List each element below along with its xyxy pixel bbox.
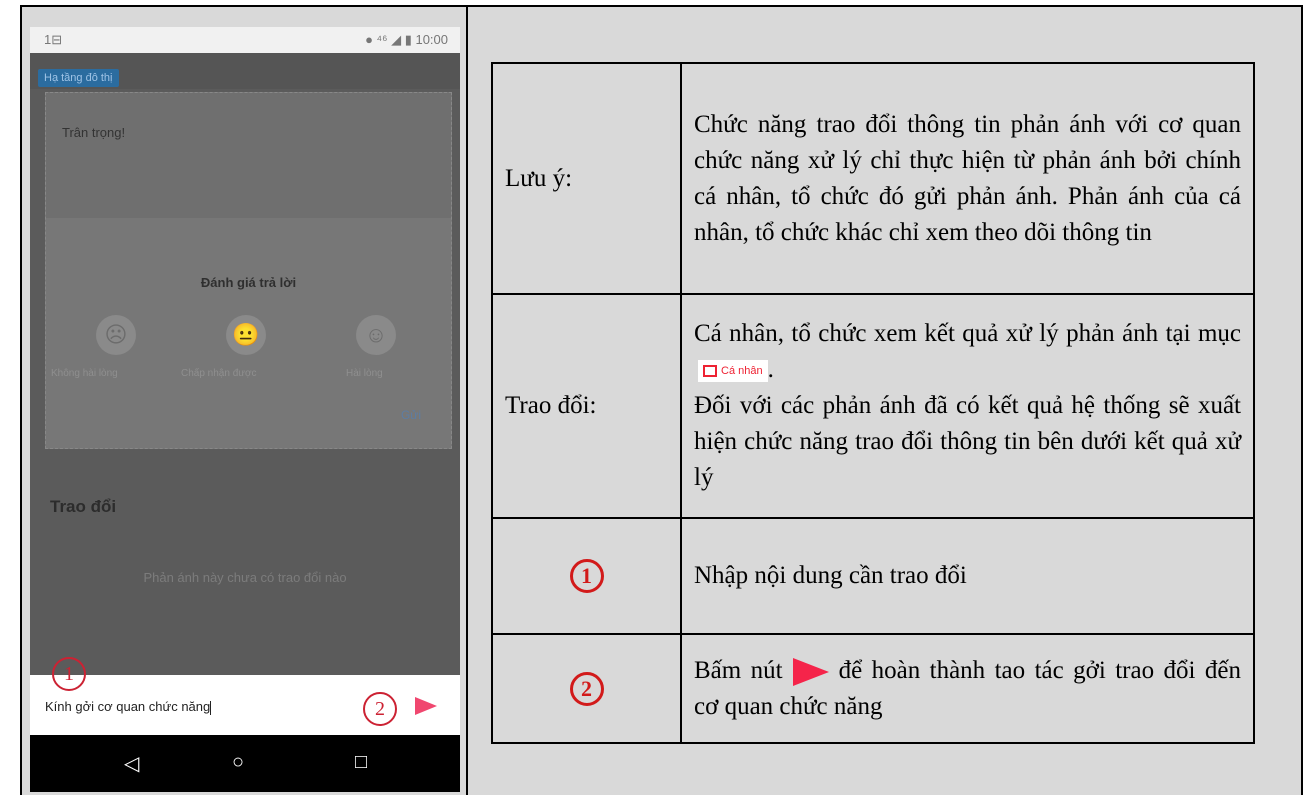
rating-label-neutral: Chấp nhận được bbox=[181, 368, 257, 379]
row-label: 1 bbox=[491, 517, 682, 635]
notification-icon: 1⊟ bbox=[44, 32, 63, 47]
response-card: Trân trọng! Đánh giá trả lời ☹ 😐 ☺ Không… bbox=[45, 92, 452, 449]
response-text-area bbox=[46, 93, 451, 218]
step-2-marker: 2 bbox=[569, 671, 604, 706]
rating-label-happy: Hài lòng bbox=[346, 368, 383, 379]
step-1-marker: 1 bbox=[569, 559, 604, 593]
column-divider bbox=[466, 5, 468, 795]
message-input[interactable]: Kính gởi cơ quan chức năng bbox=[45, 699, 212, 715]
recent-apps-icon[interactable]: □ bbox=[355, 751, 367, 774]
row-content: Bấm nút để hoàn thành tao tác gởi trao đổ… bbox=[680, 633, 1255, 744]
row-content: Chức năng trao đổi thông tin phản ánh vớ… bbox=[680, 62, 1255, 295]
row-label: Trao đổi: bbox=[491, 293, 682, 519]
exchange-empty-note: Phản ánh này chưa có trao đổi nào bbox=[143, 570, 347, 585]
personal-tab-badge: Cá nhân bbox=[698, 360, 768, 383]
table-row: Lưu ý: Chức năng trao đổi thông tin phản… bbox=[491, 62, 1255, 295]
send-arrow-icon[interactable] bbox=[415, 697, 437, 715]
status-bar: 1⊟ ● ⁴⁶ ◢ ▮ 10:00 bbox=[30, 27, 460, 53]
phone-screenshot: 1⊟ ● ⁴⁶ ◢ ▮ 10:00 Hạ tầng đô thị Trân tr… bbox=[30, 27, 460, 792]
rating-label-unhappy: Không hài lòng bbox=[51, 368, 118, 379]
status-indicators: ● ⁴⁶ ◢ ▮ 10:00 bbox=[365, 32, 448, 47]
exchange-section-title: Trao đổi bbox=[50, 497, 117, 516]
table-row: 2 Bấm nút để hoàn thành tao tác gởi trao … bbox=[491, 633, 1255, 744]
rating-title: Đánh giá trả lời bbox=[200, 275, 297, 290]
inbox-icon bbox=[703, 365, 717, 378]
row-content: Nhập nội dung cần trao đổi bbox=[680, 517, 1255, 635]
android-nav-bar: ◁ ○ □ bbox=[30, 735, 460, 792]
row-content: Cá nhân, tổ chức xem kết quả xử lý phản … bbox=[680, 293, 1255, 519]
instruction-table: Lưu ý: Chức năng trao đổi thông tin phản… bbox=[491, 62, 1255, 744]
callout-1: 1 bbox=[52, 657, 86, 691]
row-label: 2 bbox=[491, 633, 682, 744]
neutral-face-icon[interactable]: 😐 bbox=[226, 315, 266, 355]
back-icon[interactable]: ◁ bbox=[124, 751, 139, 776]
table-row: 1 Nhập nội dung cần trao đổi bbox=[491, 517, 1255, 635]
callout-2: 2 bbox=[363, 692, 397, 726]
category-tag: Hạ tầng đô thị bbox=[38, 69, 119, 87]
happy-face-icon[interactable]: ☺ bbox=[356, 315, 396, 355]
home-icon[interactable]: ○ bbox=[232, 751, 244, 774]
send-arrow-icon bbox=[792, 657, 829, 686]
row-label: Lưu ý: bbox=[491, 62, 682, 295]
rating-send-button[interactable]: Gửi bbox=[401, 408, 421, 422]
table-row: Trao đổi: Cá nhân, tổ chức xem kết quả x… bbox=[491, 293, 1255, 519]
unhappy-face-icon[interactable]: ☹ bbox=[96, 315, 136, 355]
response-greeting: Trân trọng! bbox=[62, 125, 126, 140]
